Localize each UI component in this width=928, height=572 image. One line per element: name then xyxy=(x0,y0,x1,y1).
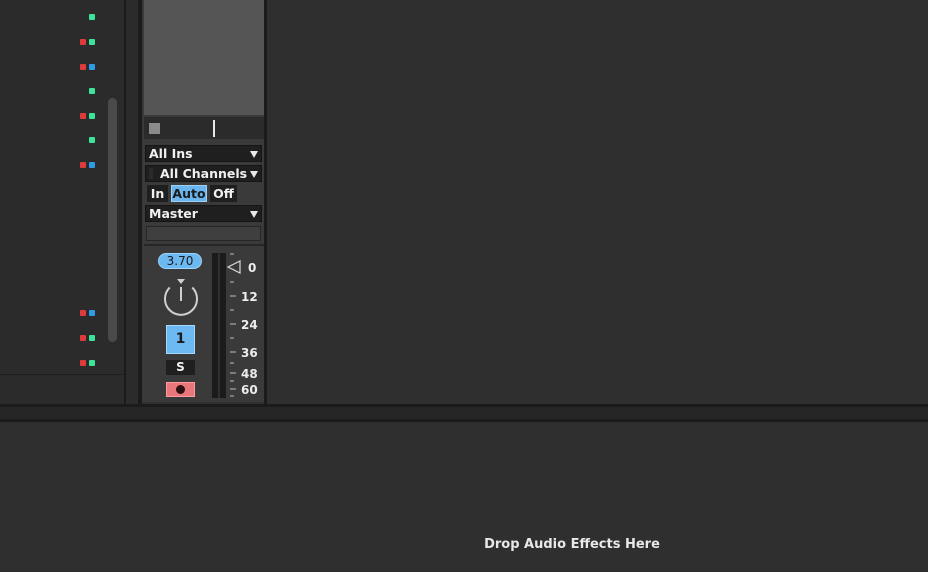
record-arm-icon xyxy=(176,385,185,394)
db-scale-label: 12 xyxy=(241,290,258,304)
session-bottom-row xyxy=(0,374,124,404)
input-type-dropdown[interactable]: All Ins xyxy=(145,145,262,162)
monitor-in-button[interactable]: In xyxy=(147,185,168,202)
green-indicator-icon xyxy=(89,14,95,20)
input-type-label: All Ins xyxy=(149,146,193,161)
audio-output-dropdown[interactable]: Master xyxy=(145,205,262,222)
vertical-scrollbar[interactable] xyxy=(108,98,117,342)
clip-slot-area[interactable] xyxy=(144,0,264,115)
chevron-down-icon xyxy=(250,211,258,218)
chevron-down-icon xyxy=(250,151,258,158)
green-indicator-icon xyxy=(89,88,95,94)
clip-stop-row xyxy=(144,117,264,139)
green-indicator-icon xyxy=(89,335,95,341)
green-indicator-icon xyxy=(89,360,95,366)
red-indicator-icon xyxy=(80,64,86,70)
scale-tick-marks xyxy=(230,253,236,397)
output-label: Master xyxy=(149,206,198,221)
view-separator-inner xyxy=(0,407,928,419)
blue-indicator-icon xyxy=(89,310,95,316)
red-indicator-icon xyxy=(80,162,86,168)
session-track-panel xyxy=(0,0,124,374)
input-channel-label: All Channels xyxy=(160,166,248,181)
drag-handle xyxy=(149,168,153,179)
red-indicator-icon xyxy=(80,39,86,45)
blue-indicator-icon xyxy=(89,162,95,168)
red-indicator-icon xyxy=(80,113,86,119)
db-scale-label: 36 xyxy=(241,346,258,360)
db-scale-label: 24 xyxy=(241,318,258,332)
volume-fader-handle-icon xyxy=(226,260,241,274)
output-channel-field[interactable] xyxy=(146,226,261,241)
monitor-auto-button[interactable]: Auto xyxy=(171,185,207,202)
db-scale-label: 0 xyxy=(248,261,257,275)
track-activator-button[interactable]: 1 xyxy=(166,325,195,354)
text-cursor xyxy=(213,120,215,137)
solo-button[interactable]: S xyxy=(166,360,195,375)
red-indicator-icon xyxy=(80,310,86,316)
chevron-down-icon xyxy=(250,171,258,178)
strip-divider xyxy=(264,0,267,404)
monitor-off-button[interactable]: Off xyxy=(210,185,237,202)
green-indicator-icon xyxy=(89,137,95,143)
blue-indicator-icon xyxy=(89,64,95,70)
db-scale-label: 48 xyxy=(241,367,258,381)
pan-knob[interactable] xyxy=(160,277,202,321)
record-arm-button[interactable] xyxy=(166,382,195,397)
pan-knob-icon xyxy=(164,279,198,316)
pan-value-display[interactable]: 3.70 xyxy=(158,253,202,269)
green-indicator-icon xyxy=(89,39,95,45)
section-divider xyxy=(144,244,264,246)
green-indicator-icon xyxy=(89,113,95,119)
volume-fader-scale[interactable]: 0 12 24 36 48 60 xyxy=(226,250,264,402)
db-scale-label: 60 xyxy=(241,383,258,397)
stop-clips-button[interactable] xyxy=(149,123,160,134)
red-indicator-icon xyxy=(80,360,86,366)
red-indicator-icon xyxy=(80,335,86,341)
drop-effects-hint: Drop Audio Effects Here xyxy=(484,537,660,552)
panel-gap xyxy=(126,0,138,404)
input-channel-dropdown[interactable]: All Channels xyxy=(145,165,262,182)
